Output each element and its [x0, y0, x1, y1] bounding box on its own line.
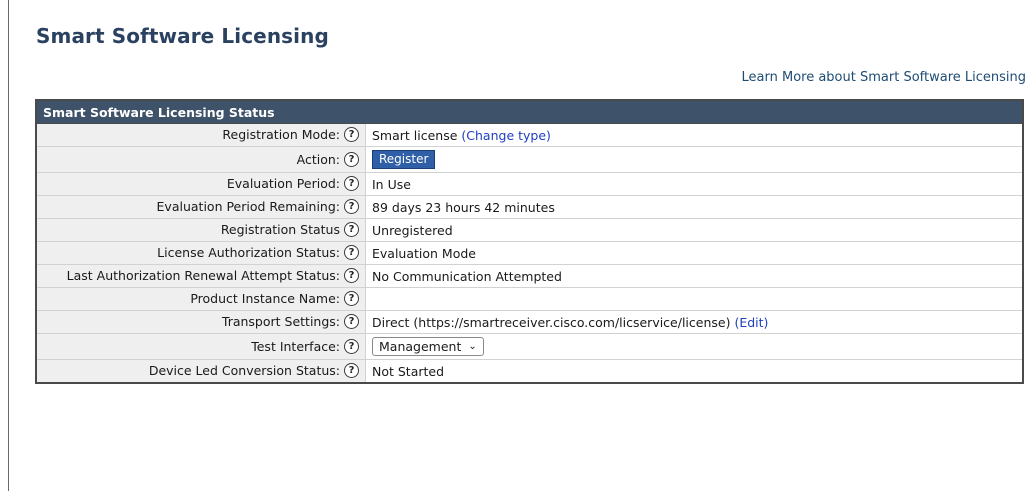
row-label-cell: License Authorization Status:? — [35, 241, 366, 265]
help-icon[interactable]: ? — [344, 199, 359, 214]
action-label: Action: — [296, 151, 340, 167]
row-value-cell: 89 days 23 hours 42 minutes — [365, 195, 1024, 219]
help-icon[interactable]: ? — [344, 176, 359, 191]
table-row: Last Authorization Renewal Attempt Statu… — [35, 264, 1024, 288]
help-icon[interactable]: ? — [344, 151, 359, 167]
last-renewal-label: Last Authorization Renewal Attempt Statu… — [66, 268, 340, 283]
help-icon[interactable]: ? — [344, 314, 359, 329]
page: Smart Software Licensing Learn More abou… — [0, 0, 1026, 491]
product-instance-value — [372, 294, 432, 304]
license-authorization-value: Evaluation Mode — [372, 245, 476, 261]
row-label-cell: Last Authorization Renewal Attempt Statu… — [35, 264, 366, 288]
row-label-cell: Device Led Conversion Status:? — [35, 359, 366, 384]
table-row: Device Led Conversion Status:? Not Start… — [35, 359, 1024, 384]
left-divider — [8, 0, 9, 491]
row-label-cell: Evaluation Period Remaining:? — [35, 195, 366, 219]
row-value-cell: Register — [365, 146, 1024, 173]
table-row: Registration Status? Unregistered — [35, 218, 1024, 242]
evaluation-remaining-value: 89 days 23 hours 42 minutes — [372, 199, 555, 215]
row-value-cell: Not Started — [365, 359, 1024, 384]
table-row: License Authorization Status:? Evaluatio… — [35, 241, 1024, 265]
help-icon[interactable]: ? — [344, 245, 359, 260]
learn-more-link[interactable]: Learn More about Smart Software Licensin… — [742, 70, 1026, 85]
table-row: Action:? Register — [35, 146, 1024, 173]
registration-status-label: Registration Status — [220, 222, 340, 237]
product-instance-label: Product Instance Name: — [190, 291, 340, 306]
row-value-cell: Evaluation Mode — [365, 241, 1024, 265]
row-label-cell: Evaluation Period:? — [35, 172, 366, 196]
help-icon[interactable]: ? — [344, 291, 359, 306]
device-led-conversion-label: Device Led Conversion Status: — [148, 363, 340, 378]
row-value-cell: Management ⌄ — [365, 333, 1024, 360]
table-header: Smart Software Licensing Status — [36, 100, 1023, 124]
table-row: Evaluation Period Remaining:? 89 days 23… — [35, 195, 1024, 219]
last-renewal-value: No Communication Attempted — [372, 268, 562, 284]
page-title: Smart Software Licensing — [36, 24, 329, 48]
table-row: Transport Settings:? Direct (https://sma… — [35, 310, 1024, 334]
table-row: Test Interface:? Management ⌄ — [35, 333, 1024, 360]
chevron-down-icon: ⌄ — [468, 341, 477, 352]
row-value-cell: Unregistered — [365, 218, 1024, 242]
row-value-cell — [365, 287, 1024, 311]
registration-mode-value: Smart license — [372, 127, 458, 143]
table-row: Registration Mode:? Smart license (Chang… — [35, 123, 1024, 147]
help-icon[interactable]: ? — [344, 222, 359, 237]
registration-mode-label: Registration Mode: — [222, 127, 340, 142]
row-label-cell: Registration Status? — [35, 218, 366, 242]
register-button[interactable]: Register — [372, 150, 436, 169]
evaluation-period-label: Evaluation Period: — [226, 176, 340, 191]
table-row: Product Instance Name:? — [35, 287, 1024, 311]
help-icon[interactable]: ? — [344, 338, 359, 354]
test-interface-label: Test Interface: — [251, 338, 340, 354]
row-value-cell: No Communication Attempted — [365, 264, 1024, 288]
row-label-cell: Product Instance Name:? — [35, 287, 366, 311]
licensing-status-table: Smart Software Licensing Status Registra… — [35, 99, 1024, 384]
row-label-cell: Registration Mode:? — [35, 123, 366, 147]
help-icon[interactable]: ? — [344, 363, 359, 378]
row-label-cell: Action:? — [35, 146, 366, 173]
transport-settings-label: Transport Settings: — [221, 314, 340, 329]
row-label-cell: Transport Settings:? — [35, 310, 366, 334]
row-label-cell: Test Interface:? — [35, 333, 366, 360]
evaluation-remaining-label: Evaluation Period Remaining: — [156, 199, 340, 214]
test-interface-selected: Management — [379, 339, 462, 354]
device-led-conversion-value: Not Started — [372, 363, 445, 379]
help-icon[interactable]: ? — [344, 127, 359, 142]
change-type-link[interactable]: (Change type) — [461, 128, 551, 143]
edit-transport-link[interactable]: (Edit) — [734, 315, 768, 330]
row-value-cell: Direct (https://smartreceiver.cisco.com/… — [365, 310, 1024, 334]
license-authorization-label: License Authorization Status: — [157, 245, 340, 260]
transport-settings-value: Direct (https://smartreceiver.cisco.com/… — [372, 314, 731, 330]
evaluation-period-value: In Use — [372, 176, 411, 192]
table-row: Evaluation Period:? In Use — [35, 172, 1024, 196]
registration-status-value: Unregistered — [372, 222, 453, 238]
row-value-cell: Smart license (Change type) — [365, 123, 1024, 147]
help-icon[interactable]: ? — [344, 268, 359, 283]
row-value-cell: In Use — [365, 172, 1024, 196]
test-interface-select[interactable]: Management ⌄ — [372, 337, 484, 356]
